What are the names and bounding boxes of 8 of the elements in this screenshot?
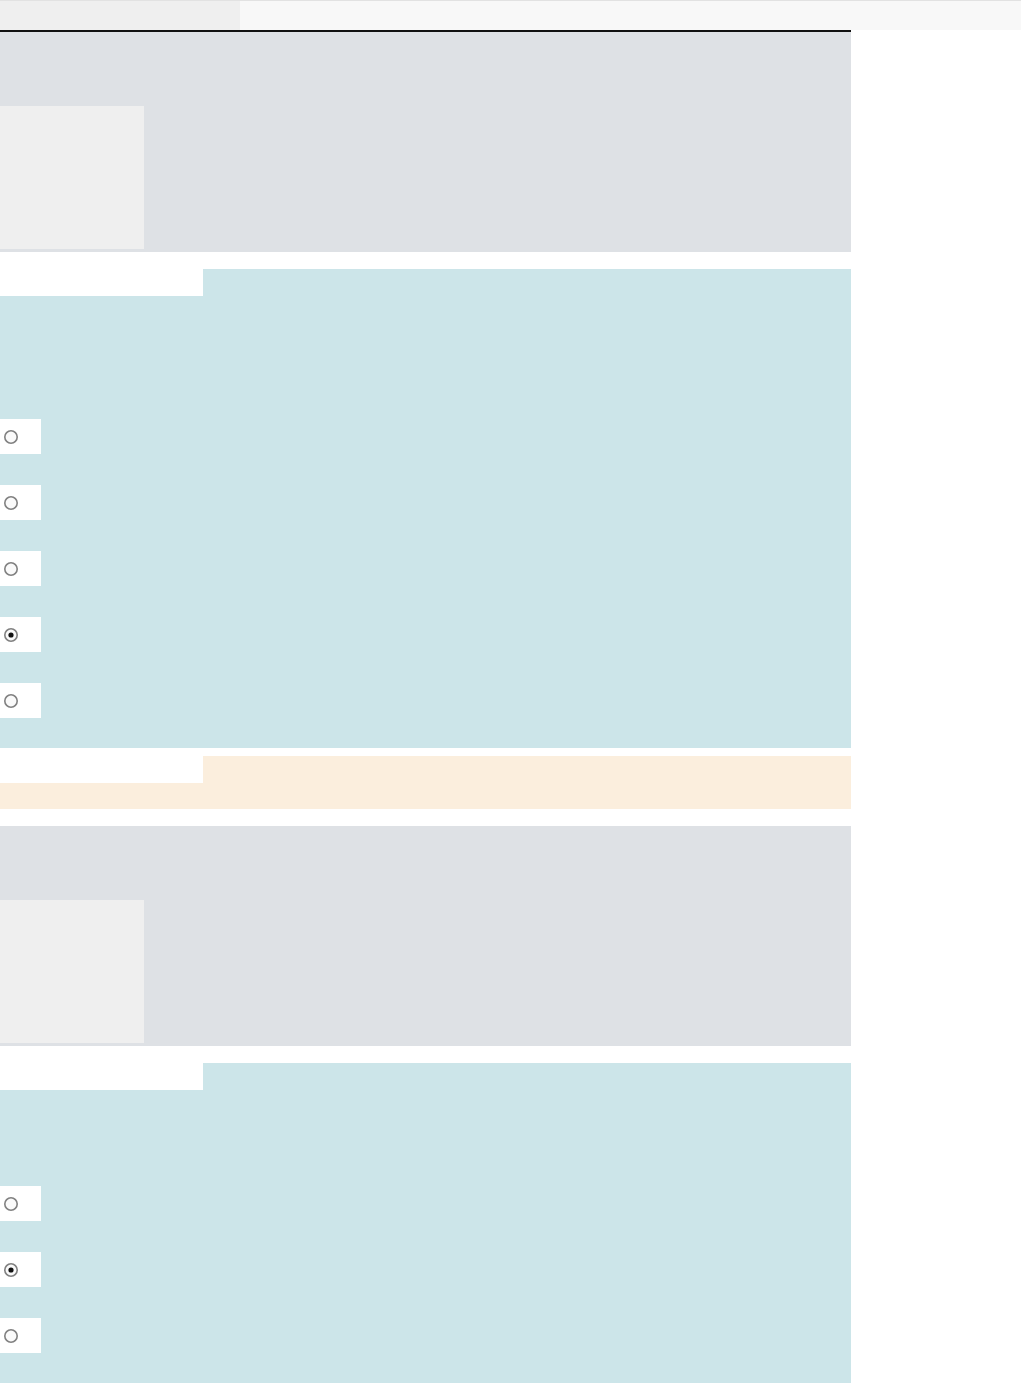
- radio-button[interactable]: [3, 1261, 19, 1278]
- radio-button[interactable]: [3, 1195, 19, 1212]
- radio-button[interactable]: [3, 1327, 19, 1344]
- radio-button[interactable]: [3, 692, 19, 709]
- radio-button[interactable]: [3, 428, 19, 445]
- radio-button[interactable]: [3, 560, 19, 577]
- radio-button[interactable]: [3, 494, 19, 511]
- radio-button[interactable]: [3, 626, 19, 643]
